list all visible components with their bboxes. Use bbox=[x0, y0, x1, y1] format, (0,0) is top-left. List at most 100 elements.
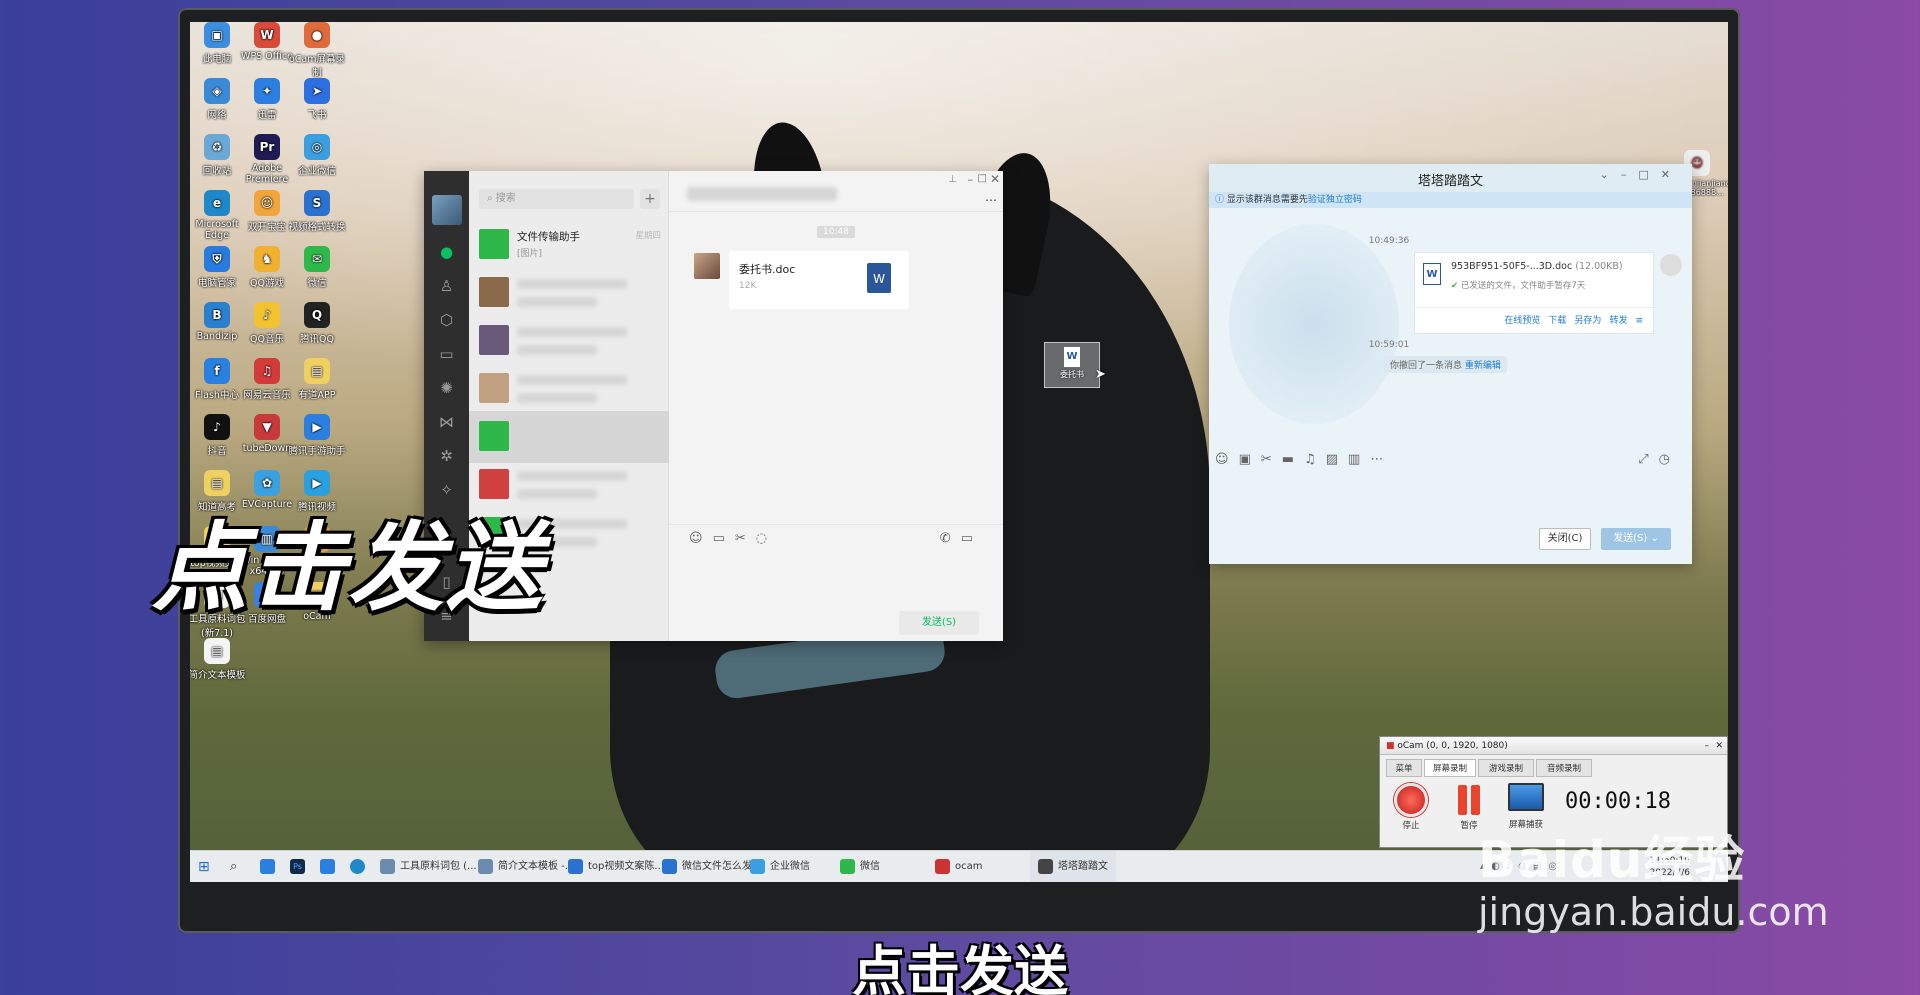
verify-password-link[interactable]: 验证独立密码 bbox=[1308, 195, 1362, 205]
ocam-stop-button[interactable]: 停止 bbox=[1394, 783, 1428, 831]
desktop-icon[interactable]: ➤ 飞书 bbox=[286, 78, 348, 121]
taskbar-item[interactable]: top视频文案陈... bbox=[568, 851, 664, 882]
dragged-file[interactable]: W 委托书 ➤ bbox=[1044, 342, 1106, 388]
taskbar-item-label: top视频文案陈... bbox=[588, 861, 664, 872]
taskbar-item[interactable]: 简介文本模板 -... bbox=[478, 851, 574, 882]
desktop-icon[interactable]: ◎ 企业微信 bbox=[286, 134, 348, 177]
blurred-preview bbox=[517, 393, 597, 403]
app-icon: ✉ bbox=[304, 246, 330, 272]
qq-file-action[interactable]: 转发 bbox=[1609, 316, 1627, 326]
app-icon: B bbox=[204, 302, 230, 328]
folder-icon[interactable]: ▭ bbox=[424, 337, 469, 371]
sender-avatar[interactable] bbox=[1660, 254, 1682, 276]
qq-file-action[interactable]: 另存为 bbox=[1574, 316, 1601, 326]
menu-icon[interactable]: ≡ bbox=[1635, 316, 1643, 326]
task-view-icon[interactable] bbox=[260, 851, 280, 882]
emoji-icon[interactable]: ☺ bbox=[1215, 452, 1239, 467]
qq-file-action[interactable]: 在线预览 bbox=[1504, 316, 1540, 326]
folder-icon[interactable]: ▬ bbox=[1282, 452, 1304, 467]
list-item[interactable] bbox=[469, 267, 669, 319]
edge-icon[interactable] bbox=[350, 851, 370, 882]
settings-gear-icon[interactable]: ✲ bbox=[424, 439, 469, 473]
scissors-icon[interactable]: ✂ bbox=[1261, 452, 1282, 467]
maximize-button[interactable]: □ bbox=[1638, 168, 1660, 181]
app-icon: S bbox=[304, 190, 330, 216]
photoshop-icon[interactable]: Ps bbox=[290, 851, 310, 882]
list-item[interactable] bbox=[469, 363, 669, 415]
sender-avatar[interactable] bbox=[694, 253, 720, 279]
avatar[interactable] bbox=[431, 195, 462, 225]
ocam-tab[interactable]: 音频录制 bbox=[1536, 759, 1592, 777]
moments-icon[interactable]: ✺ bbox=[424, 371, 469, 405]
channels-icon[interactable]: ⋈ bbox=[424, 405, 469, 439]
more-icon[interactable]: ⋯ bbox=[1370, 452, 1393, 467]
chevron-down-icon[interactable]: ⌄ bbox=[1650, 533, 1658, 544]
scissors-icon[interactable]: ✂ bbox=[735, 531, 756, 546]
re-edit-link[interactable]: 重新编辑 bbox=[1465, 361, 1501, 371]
qq-file-action[interactable]: 下载 bbox=[1548, 316, 1566, 326]
qq-file-card[interactable]: W 953BF951-50F5-...3D.doc (12.00KB) ✔ 已发… bbox=[1414, 252, 1654, 334]
pin-icon[interactable]: ⊥ bbox=[948, 174, 957, 185]
image-icon[interactable]: ▨ bbox=[1326, 452, 1348, 467]
file-name: 委托书.doc bbox=[739, 263, 796, 276]
phone-call-icon[interactable]: ✆ bbox=[940, 531, 961, 546]
ocam-tab[interactable]: 屏幕录制 bbox=[1424, 759, 1476, 777]
contact-name: 文件传输助手 bbox=[517, 231, 580, 243]
desktop-icon[interactable]: ● oCam屏幕录制 bbox=[286, 22, 348, 79]
emoji-icon[interactable]: ☺ bbox=[689, 531, 713, 546]
add-button[interactable]: + bbox=[640, 189, 660, 209]
folder-icon[interactable]: ▭ bbox=[713, 531, 735, 546]
taskbar-item[interactable]: ocam bbox=[935, 851, 983, 882]
close-button[interactable]: ✕ bbox=[990, 172, 1000, 186]
chat-bubble-icon[interactable]: ◌ bbox=[756, 531, 777, 546]
qq-send-button[interactable]: 发送(S) ⌄ bbox=[1601, 528, 1671, 550]
taskbar-item[interactable]: 塔塔踏踏文 bbox=[1030, 851, 1116, 882]
screen-icon[interactable]: ▥ bbox=[1348, 452, 1370, 467]
list-item[interactable] bbox=[469, 315, 669, 367]
close-button[interactable]: ✕ bbox=[1715, 737, 1723, 755]
xunlei-icon[interactable] bbox=[320, 851, 340, 882]
cube-icon[interactable]: ⬡ bbox=[424, 303, 469, 337]
qq-message-input[interactable] bbox=[1215, 474, 1686, 514]
qq-close-button[interactable]: 关闭(C) bbox=[1539, 528, 1591, 550]
list-item[interactable] bbox=[469, 411, 669, 463]
music-icon[interactable]: ♫ bbox=[1304, 452, 1326, 467]
app-icon: ▼ bbox=[254, 414, 280, 440]
expand-icon[interactable]: ⤢ bbox=[1638, 452, 1658, 467]
desktop-icon[interactable]: ▤ 有道APP bbox=[286, 358, 348, 401]
search-icon[interactable]: ⌕ bbox=[230, 851, 237, 882]
maximize-button[interactable]: □ bbox=[978, 173, 987, 184]
ocam-tab[interactable]: 游戏录制 bbox=[1478, 759, 1534, 777]
taskbar-item[interactable]: 微信文件怎么发... bbox=[662, 851, 762, 882]
more-options-icon[interactable]: ⋯ bbox=[985, 193, 997, 207]
video-call-icon[interactable]: ▭ bbox=[961, 531, 983, 546]
desktop-icon[interactable]: ▶ 腾讯手游助手 bbox=[286, 414, 348, 457]
send-button[interactable]: 发送(S) bbox=[899, 611, 979, 635]
chevron-down-icon[interactable]: ⌄ bbox=[1600, 168, 1621, 181]
app-icon: ▣ bbox=[204, 22, 230, 48]
search-input[interactable]: ⌕ 搜索 bbox=[479, 189, 634, 209]
desktop-icon[interactable]: S 视频格式转换 bbox=[286, 190, 348, 233]
pause-icon bbox=[1454, 783, 1484, 817]
history-clock-icon[interactable]: ◷ bbox=[1659, 452, 1680, 467]
video-subtitle: 点击发送 bbox=[852, 940, 1068, 995]
desktop-icon[interactable]: ▤ 简介文本模板 bbox=[190, 638, 248, 681]
gif-icon[interactable]: ▣ bbox=[1239, 452, 1261, 467]
windows-start-icon[interactable]: ⊞ bbox=[198, 851, 210, 882]
ocam-tab[interactable]: 菜单 bbox=[1386, 759, 1422, 777]
minimize-button[interactable]: – bbox=[1621, 168, 1639, 181]
message-input[interactable] bbox=[677, 551, 993, 601]
minimize-button[interactable]: – bbox=[1705, 737, 1710, 755]
close-button[interactable]: ✕ bbox=[1661, 168, 1682, 181]
file-message-bubble[interactable]: 委托书.doc 12K W bbox=[729, 251, 909, 309]
contacts-icon[interactable]: ♙ bbox=[424, 269, 469, 303]
taskbar-item[interactable]: 工具原料词包 (... bbox=[380, 851, 477, 882]
desktop-icon[interactable]: ✉ 微信 bbox=[286, 246, 348, 289]
desktop-icon[interactable]: Q 腾讯QQ bbox=[286, 302, 348, 345]
chat-icon[interactable]: ● bbox=[424, 235, 469, 269]
taskbar-item[interactable]: 微信 bbox=[840, 851, 880, 882]
minimize-button[interactable]: – bbox=[968, 173, 974, 186]
taskbar-item[interactable]: 企业微信 bbox=[750, 851, 810, 882]
app-icon: Q bbox=[304, 302, 330, 328]
list-item[interactable]: 文件传输助手 [图片] 星期四 bbox=[469, 219, 669, 271]
